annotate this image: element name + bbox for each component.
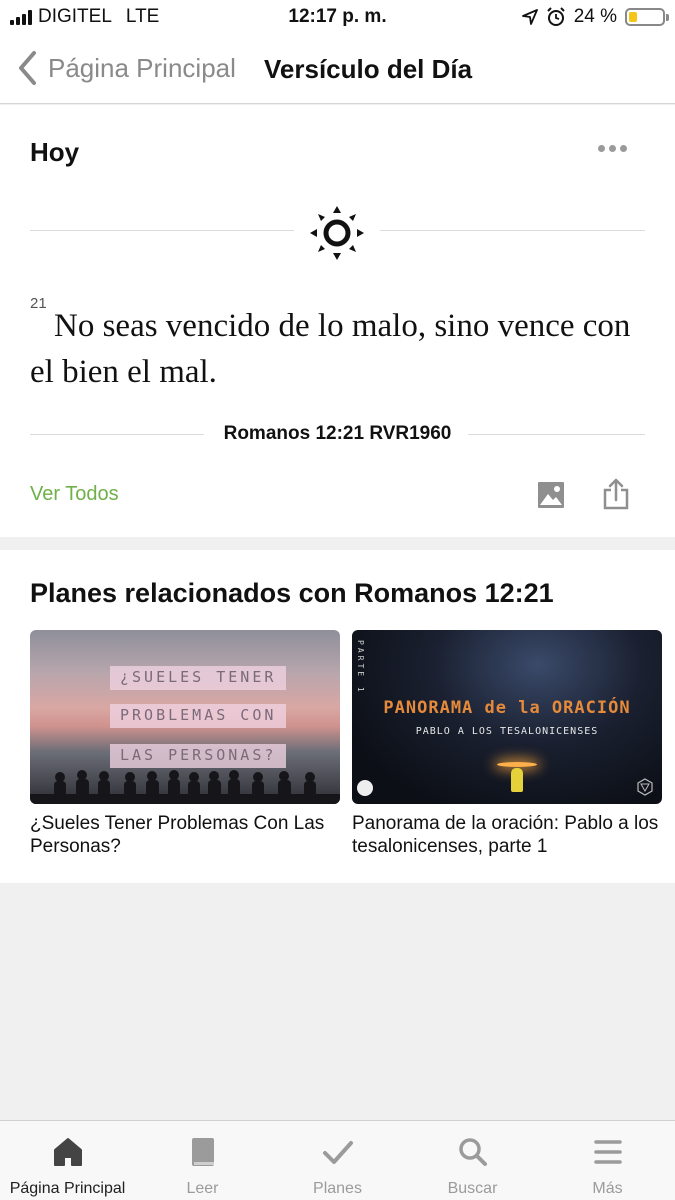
plan-thumbnail[interactable]: PARTE 1 PANORAMA de la ORACIÓN PABLO A L… <box>352 630 662 804</box>
tab-label: Leer <box>186 1180 219 1197</box>
thumbnail-side-text: PARTE 1 <box>356 640 365 695</box>
sun-icon <box>310 206 364 260</box>
tab-label: Página Principal <box>9 1180 126 1197</box>
checkmark-icon <box>322 1141 353 1164</box>
plan-thumbnail[interactable]: ¿SUELES TENER PROBLEMAS CON LAS PERSONAS… <box>30 630 340 804</box>
share-icon[interactable] <box>602 478 630 510</box>
people-silhouettes <box>30 770 340 804</box>
page-title: Versículo del Día <box>264 54 473 84</box>
battery-fill <box>629 12 637 22</box>
related-plans-section: Planes relacionados con Romanos 12:21 ¿S… <box>0 550 675 883</box>
tab-bar: Página Principal Leer Planes Buscar Más <box>0 1120 675 1200</box>
tab-label: Planes <box>313 1180 362 1197</box>
status-bar: DIGITEL LTE 12:17 p. m. 24 % <box>0 0 675 36</box>
home-icon <box>53 1138 82 1166</box>
plan-card[interactable]: PARTE 1 PANORAMA de la ORACIÓN PABLO A L… <box>352 630 662 858</box>
publisher-logo-icon <box>357 780 373 796</box>
menu-icon <box>593 1140 622 1164</box>
tab-search[interactable]: Buscar <box>405 1121 540 1200</box>
thumbnail-title-text: PANORAMA de la ORACIÓN <box>383 698 631 718</box>
light-glow <box>497 762 537 767</box>
battery-icon <box>625 8 669 26</box>
tab-label: Más <box>592 1180 623 1197</box>
chevron-left-icon <box>19 51 36 85</box>
plan-title[interactable]: Panorama de la oración: Pablo a los tesa… <box>352 812 662 858</box>
alarm-icon <box>546 7 565 26</box>
location-arrow-icon <box>521 9 538 25</box>
thumbnail-subtitle-text: PABLO A LOS TESALONICENSES <box>415 726 599 737</box>
tab-label: Buscar <box>447 1180 498 1197</box>
verse-reference: Romanos 12:21 RVR1960 <box>223 423 452 444</box>
hexagon-logo-icon <box>637 778 653 796</box>
sun-divider-left <box>30 230 294 231</box>
card-heading: Hoy <box>30 137 80 167</box>
search-icon <box>458 1138 487 1166</box>
related-plans-title: Planes relacionados con Romanos 12:21 <box>30 578 554 608</box>
book-icon <box>191 1138 214 1166</box>
thumbnail-text-line: ¿SUELES TENER <box>110 666 287 690</box>
image-icon[interactable] <box>537 481 565 509</box>
tab-plans[interactable]: Planes <box>270 1121 405 1200</box>
verse-of-day-card: Hoy 21 No seas vencido de lo malo, sino … <box>0 105 675 537</box>
tab-read[interactable]: Leer <box>135 1121 270 1200</box>
tab-home[interactable]: Página Principal <box>0 1121 135 1200</box>
thumbnail-text-line: PROBLEMAS CON <box>110 704 287 728</box>
navigation-bar: Página Principal Versículo del Día <box>0 36 675 104</box>
view-all-link[interactable]: Ver Todos <box>30 483 119 506</box>
verse-text: No seas vencido de lo malo, sino vence c… <box>30 308 631 390</box>
back-label: Página Principal <box>48 52 236 83</box>
more-options-icon[interactable] <box>598 145 627 152</box>
plan-card[interactable]: ¿SUELES TENER PROBLEMAS CON LAS PERSONAS… <box>30 630 340 858</box>
status-right: 24 % <box>521 6 669 28</box>
sun-divider-right <box>380 230 645 231</box>
plan-title[interactable]: ¿Sueles Tener Problemas Con Las Personas… <box>30 812 340 858</box>
person-figure <box>511 768 523 792</box>
back-button[interactable]: Página Principal <box>16 50 236 86</box>
tab-more[interactable]: Más <box>540 1121 675 1200</box>
battery-percent: 24 % <box>573 6 617 27</box>
